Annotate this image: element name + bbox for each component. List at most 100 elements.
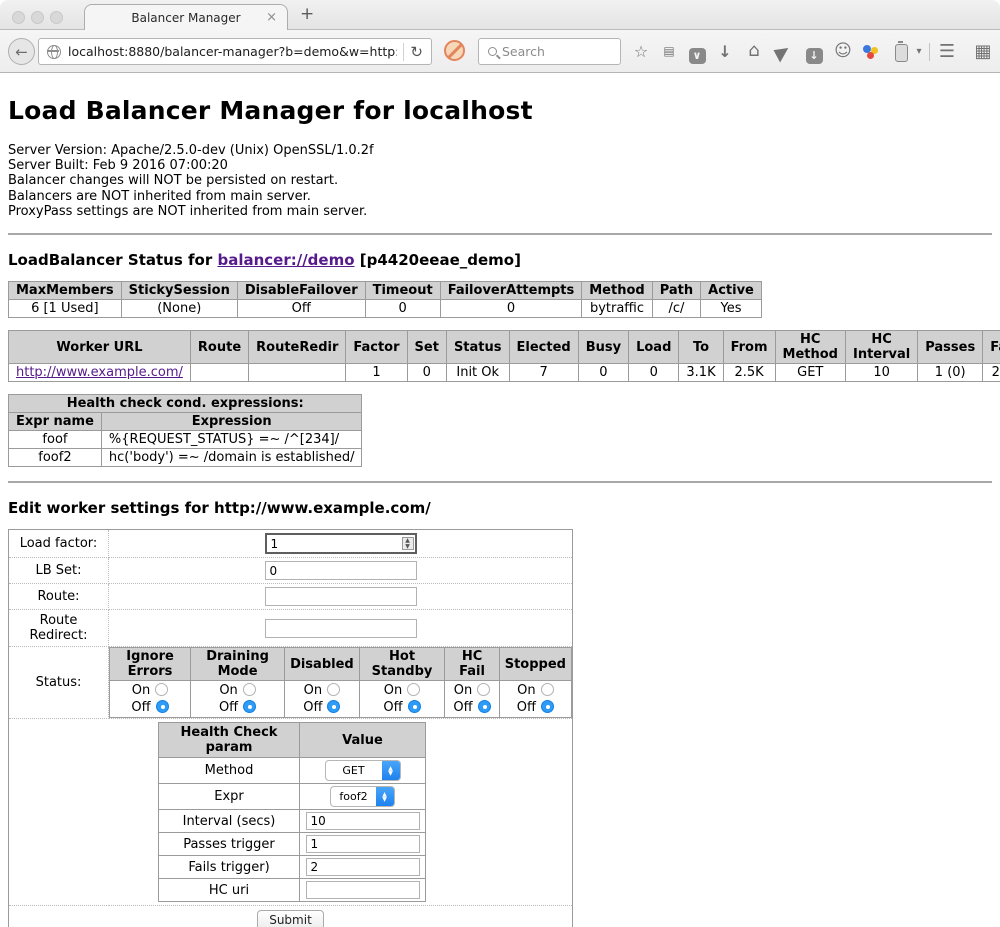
status-radio-on-hot-standby[interactable] (407, 683, 420, 696)
radio-label: Off (303, 700, 322, 715)
status-radio-off-ignore-errors[interactable] (156, 700, 169, 713)
status-radio-on-hc-fail[interactable] (477, 683, 490, 696)
downloads-icon[interactable]: ↓ (714, 42, 736, 61)
radio-label: On (304, 683, 322, 698)
server-info: Server Version: Apache/2.5.0-dev (Unix) … (8, 143, 992, 219)
status-radio-off-hc-fail[interactable] (478, 700, 491, 713)
column-header: Load (629, 331, 679, 364)
new-tab-button[interactable]: + (300, 4, 314, 24)
spinner-down-icon[interactable]: ▼ (405, 543, 410, 550)
table-cell: /c/ (652, 300, 700, 318)
column-header: To (679, 331, 723, 364)
table-cell (249, 364, 346, 382)
back-button[interactable]: ← (8, 38, 35, 65)
reading-list-icon[interactable]: ▤ (658, 44, 680, 58)
route-input[interactable] (265, 587, 417, 606)
fails-input[interactable] (306, 858, 420, 876)
pocket-icon[interactable]: ∨ (686, 44, 708, 64)
column-header: DisableFailover (237, 282, 365, 300)
send-tab-icon[interactable] (774, 44, 793, 63)
hc-uri-row: HC uri (159, 879, 426, 902)
save-to-device-icon[interactable]: ↓ (803, 44, 825, 64)
reload-icon[interactable]: ↻ (410, 43, 423, 61)
window-zoom-button[interactable] (50, 11, 63, 24)
table-cell: Yes (701, 300, 762, 318)
column-header: HC Method (775, 331, 845, 364)
home-icon[interactable]: ⌂ (743, 40, 765, 61)
tab-balancer-manager[interactable]: Balancer Manager × (84, 4, 288, 31)
clipboard-extension-icon[interactable] (895, 44, 908, 62)
select-stepper-icon: ▲▼ (376, 786, 394, 807)
lb-set-row: LB Set: (9, 558, 573, 584)
fails-cell (300, 856, 426, 879)
status-radio-off-hot-standby[interactable] (408, 700, 421, 713)
hc-header-row: Health Check param Value (159, 723, 426, 758)
radio-label: Off (453, 700, 472, 715)
load-factor-row: Load factor: ▲▼ (9, 530, 573, 558)
table-row: foof%{REQUEST_STATUS} =~ /^[234]/ (9, 431, 362, 449)
column-header: StickySession (121, 282, 237, 300)
window-minimize-button[interactable] (31, 11, 44, 24)
table-cell: http://www.example.com/ (9, 364, 191, 382)
radio-label: On (132, 683, 150, 698)
pocket-chevron-icon: ∨ (689, 48, 706, 64)
status-radio-on-draining-mode[interactable] (243, 683, 256, 696)
route-redirect-input[interactable] (265, 619, 417, 638)
status-radio-row: OnOffOnOffOnOffOnOffOnOffOnOff (110, 681, 572, 718)
radio-label: On (219, 683, 237, 698)
divider (8, 481, 992, 483)
content-blocker-icon[interactable] (444, 40, 465, 61)
status-radio-on-ignore-errors[interactable] (155, 683, 168, 696)
search-field[interactable]: Search (478, 38, 621, 65)
table-cell (190, 364, 248, 382)
status-radio-off-disabled[interactable] (327, 700, 340, 713)
tab-close-icon[interactable]: × (266, 10, 277, 25)
bookmark-star-icon[interactable]: ☆ (630, 42, 652, 61)
hc-uri-label: HC uri (159, 879, 300, 902)
passes-input[interactable] (306, 835, 420, 853)
status-radio-on-disabled[interactable] (327, 683, 340, 696)
submit-cell: Submit (9, 906, 573, 927)
column-header: Factor (346, 331, 407, 364)
status-option-cell: OnOff (499, 681, 571, 718)
column-header: From (723, 331, 775, 364)
radio-label: Off (131, 700, 150, 715)
site-identity-globe-icon[interactable] (47, 45, 61, 59)
server-info-line: Server Version: Apache/2.5.0-dev (Unix) … (8, 143, 992, 158)
colorful-extension-icon[interactable] (863, 45, 879, 59)
load-factor-input[interactable] (265, 533, 417, 554)
extension-dropdown-caret-icon[interactable]: ▾ (908, 46, 930, 57)
radio-label: On (454, 683, 472, 698)
balancer-link[interactable]: balancer://demo (217, 251, 354, 269)
status-radio-off-stopped[interactable] (541, 700, 554, 713)
interval-input[interactable] (306, 812, 420, 830)
url-bar[interactable]: localhost:8880/balancer-manager?b=demo&w… (38, 38, 432, 65)
number-spinner[interactable]: ▲▼ (402, 537, 414, 550)
url-text[interactable]: localhost:8880/balancer-manager?b=demo&w… (68, 44, 397, 59)
feedback-smiley-icon[interactable]: ☺ (832, 41, 854, 61)
column-header: HC Interval (845, 331, 917, 364)
table-cell: hc('body') =~ /domain is established/ (101, 449, 362, 467)
route-row: Route: (9, 584, 573, 610)
worker-link[interactable]: http://www.example.com/ (16, 365, 183, 380)
grid-extension-icon[interactable]: ▦ (972, 41, 994, 62)
select-stepper-icon: ▲▼ (382, 760, 400, 781)
lb-set-input[interactable] (265, 561, 417, 580)
column-header: Draining Mode (191, 648, 285, 681)
status-radio-off-draining-mode[interactable] (243, 700, 256, 713)
server-info-line: Server Built: Feb 9 2016 07:00:20 (8, 158, 992, 173)
status-radio-on-stopped[interactable] (541, 683, 554, 696)
status-option-cell: On Off (110, 681, 191, 718)
status-option-cell: OnOff (191, 681, 285, 718)
menu-hamburger-icon[interactable]: ☰ (936, 41, 958, 62)
box-down-icon: ↓ (806, 48, 823, 64)
submit-button[interactable]: Submit (257, 910, 324, 927)
column-header: Expression (101, 413, 362, 431)
method-select[interactable]: GET ▲▼ (325, 760, 401, 781)
hc-uri-input[interactable] (306, 881, 420, 899)
page-title: Load Balancer Manager for localhost (8, 96, 992, 125)
expr-cell: foof2 ▲▼ (300, 784, 426, 810)
window-close-button[interactable] (12, 11, 25, 24)
expr-select[interactable]: foof2 ▲▼ (330, 786, 394, 807)
expr-label: Expr (159, 784, 300, 810)
